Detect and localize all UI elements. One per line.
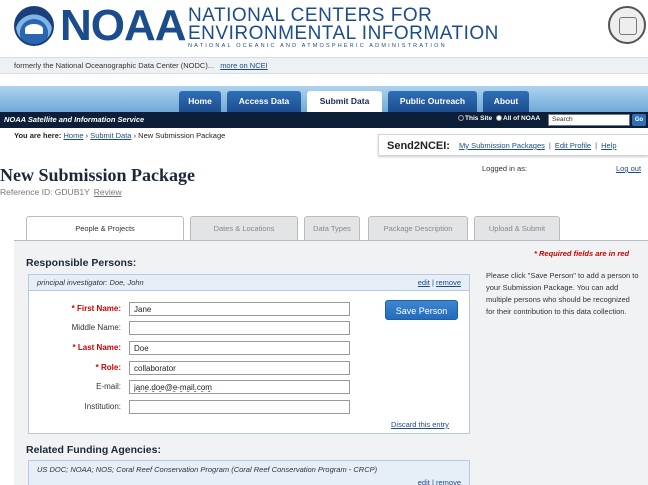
send2ncei-title: Send2NCEI: bbox=[387, 140, 450, 152]
role-input[interactable] bbox=[129, 361, 350, 375]
edit-profile-link[interactable]: Edit Profile bbox=[555, 141, 591, 150]
formerly-banner: formerly the National Oceanographic Data… bbox=[0, 57, 648, 74]
person-form: * First Name: Middle Name: * Last Name: … bbox=[28, 291, 470, 434]
funding-agency-row: US DOC; NOAA; NOS; Coral Reef Conservati… bbox=[28, 460, 470, 485]
breadcrumb-current: New Submission Package bbox=[138, 131, 226, 140]
nav-about[interactable]: About bbox=[483, 91, 529, 112]
logged-in-label: Logged in as: bbox=[482, 164, 528, 173]
ncei-subtitle: NATIONAL OCEANIC AND ATMOSPHERIC ADMINIS… bbox=[188, 43, 447, 49]
help-text: Please click "Save Person" to add a pers… bbox=[486, 271, 639, 316]
breadcrumb: You are here: Home › Submit Data › New S… bbox=[14, 131, 225, 140]
email-label: E-mail: bbox=[96, 382, 121, 391]
service-bar: NOAA Satellite and Information Service T… bbox=[0, 112, 648, 128]
breadcrumb-separator: › bbox=[85, 131, 89, 140]
required-fields-note: * Required fields are in red bbox=[534, 249, 630, 258]
nav-access-data[interactable]: Access Data bbox=[227, 91, 301, 112]
action-separator: | bbox=[431, 278, 434, 287]
reference-id: Reference ID: GDUB1Y Review bbox=[0, 187, 122, 197]
reference-id-text: Reference ID: GDUB1Y bbox=[0, 187, 90, 197]
institution-label: Institution: bbox=[84, 402, 121, 411]
role-label: * Role: bbox=[95, 363, 121, 372]
noaa-wordmark[interactable]: NOAA bbox=[60, 4, 187, 48]
noaa-logo-icon[interactable] bbox=[14, 6, 54, 46]
save-person-button[interactable]: Save Person bbox=[385, 300, 458, 320]
middle-name-label: Middle Name: bbox=[71, 323, 121, 332]
site-search-input[interactable]: Search bbox=[548, 114, 630, 126]
help-link[interactable]: Help bbox=[601, 141, 616, 150]
person-actions: edit | remove bbox=[418, 278, 461, 287]
tab-package-description[interactable]: Package Description bbox=[368, 216, 468, 240]
first-name-input[interactable] bbox=[129, 302, 350, 316]
link-separator: | bbox=[548, 141, 551, 150]
breadcrumb-submit-data[interactable]: Submit Data bbox=[90, 131, 131, 140]
tab-people-projects[interactable]: People & Projects bbox=[26, 216, 184, 241]
search-go-button[interactable]: Go bbox=[632, 114, 646, 126]
tab-data-types[interactable]: Data Types bbox=[304, 216, 360, 240]
more-on-ncei-link[interactable]: more on NCEI bbox=[220, 61, 268, 70]
remove-link[interactable]: remove bbox=[436, 278, 461, 287]
department-seal-icon bbox=[608, 6, 646, 44]
wizard-tabs: People & Projects Dates & Locations Data… bbox=[26, 216, 636, 241]
formerly-text: formerly the National Oceanographic Data… bbox=[14, 61, 215, 70]
email-input[interactable] bbox=[129, 380, 350, 394]
action-separator: | bbox=[431, 478, 434, 485]
edit-link[interactable]: edit bbox=[418, 478, 430, 485]
breadcrumb-prefix: You are here: bbox=[14, 131, 62, 140]
funding-agencies-heading: Related Funding Agencies: bbox=[26, 444, 161, 456]
scope-this-site[interactable]: This Site bbox=[458, 115, 492, 122]
review-link[interactable]: Review bbox=[94, 187, 122, 197]
link-separator: | bbox=[595, 141, 598, 150]
send2ncei-bar: Send2NCEI: My Submission Packages | Edit P… bbox=[378, 134, 648, 156]
nav-home[interactable]: Home bbox=[179, 91, 221, 112]
ncei-title-line2: ENVIRONMENTAL INFORMATION bbox=[188, 23, 499, 44]
radio-selected-icon[interactable] bbox=[458, 115, 464, 121]
tab-upload-submit[interactable]: Upload & Submit bbox=[474, 216, 560, 240]
existing-person-text: principal investigator: Doe, John bbox=[37, 278, 144, 287]
funding-actions: edit | remove bbox=[418, 477, 461, 485]
send2ncei-links: My Submission Packages | Edit Profile | Help bbox=[459, 141, 617, 150]
breadcrumb-home[interactable]: Home bbox=[63, 131, 83, 140]
nav-public-outreach[interactable]: Public Outreach bbox=[388, 91, 477, 112]
first-name-label: * First Name: bbox=[71, 304, 121, 313]
institution-input[interactable] bbox=[129, 400, 350, 414]
remove-link[interactable]: remove bbox=[436, 478, 461, 485]
logout-link[interactable]: Log out bbox=[616, 164, 641, 173]
edit-link[interactable]: edit bbox=[418, 278, 430, 287]
service-label: NOAA Satellite and Information Service bbox=[4, 115, 145, 124]
funding-agency-text: US DOC; NOAA; NOS; Coral Reef Conservati… bbox=[37, 465, 378, 474]
main-nav: Home Access Data Submit Data Public Outr… bbox=[0, 86, 648, 112]
responsible-persons-heading: Responsible Persons: bbox=[26, 257, 137, 269]
radio-icon[interactable] bbox=[496, 115, 502, 121]
last-name-label: * Last Name: bbox=[72, 343, 121, 352]
discard-entry-link[interactable]: Discard this entry bbox=[391, 420, 449, 429]
last-name-input[interactable] bbox=[129, 341, 350, 355]
existing-person-row: principal investigator: Doe, John edit |… bbox=[28, 274, 470, 291]
page-title: New Submission Package bbox=[0, 165, 196, 185]
scope-all-noaa[interactable]: All of NOAA bbox=[496, 115, 540, 122]
middle-name-input[interactable] bbox=[129, 321, 350, 335]
my-submission-packages-link[interactable]: My Submission Packages bbox=[459, 141, 545, 150]
tab-dates-locations[interactable]: Dates & Locations bbox=[190, 216, 298, 240]
site-header: NOAA NATIONAL CENTERS FOR ENVIRONMENTAL … bbox=[0, 0, 648, 52]
nav-submit-data[interactable]: Submit Data bbox=[307, 91, 382, 112]
breadcrumb-separator: › bbox=[133, 131, 137, 140]
